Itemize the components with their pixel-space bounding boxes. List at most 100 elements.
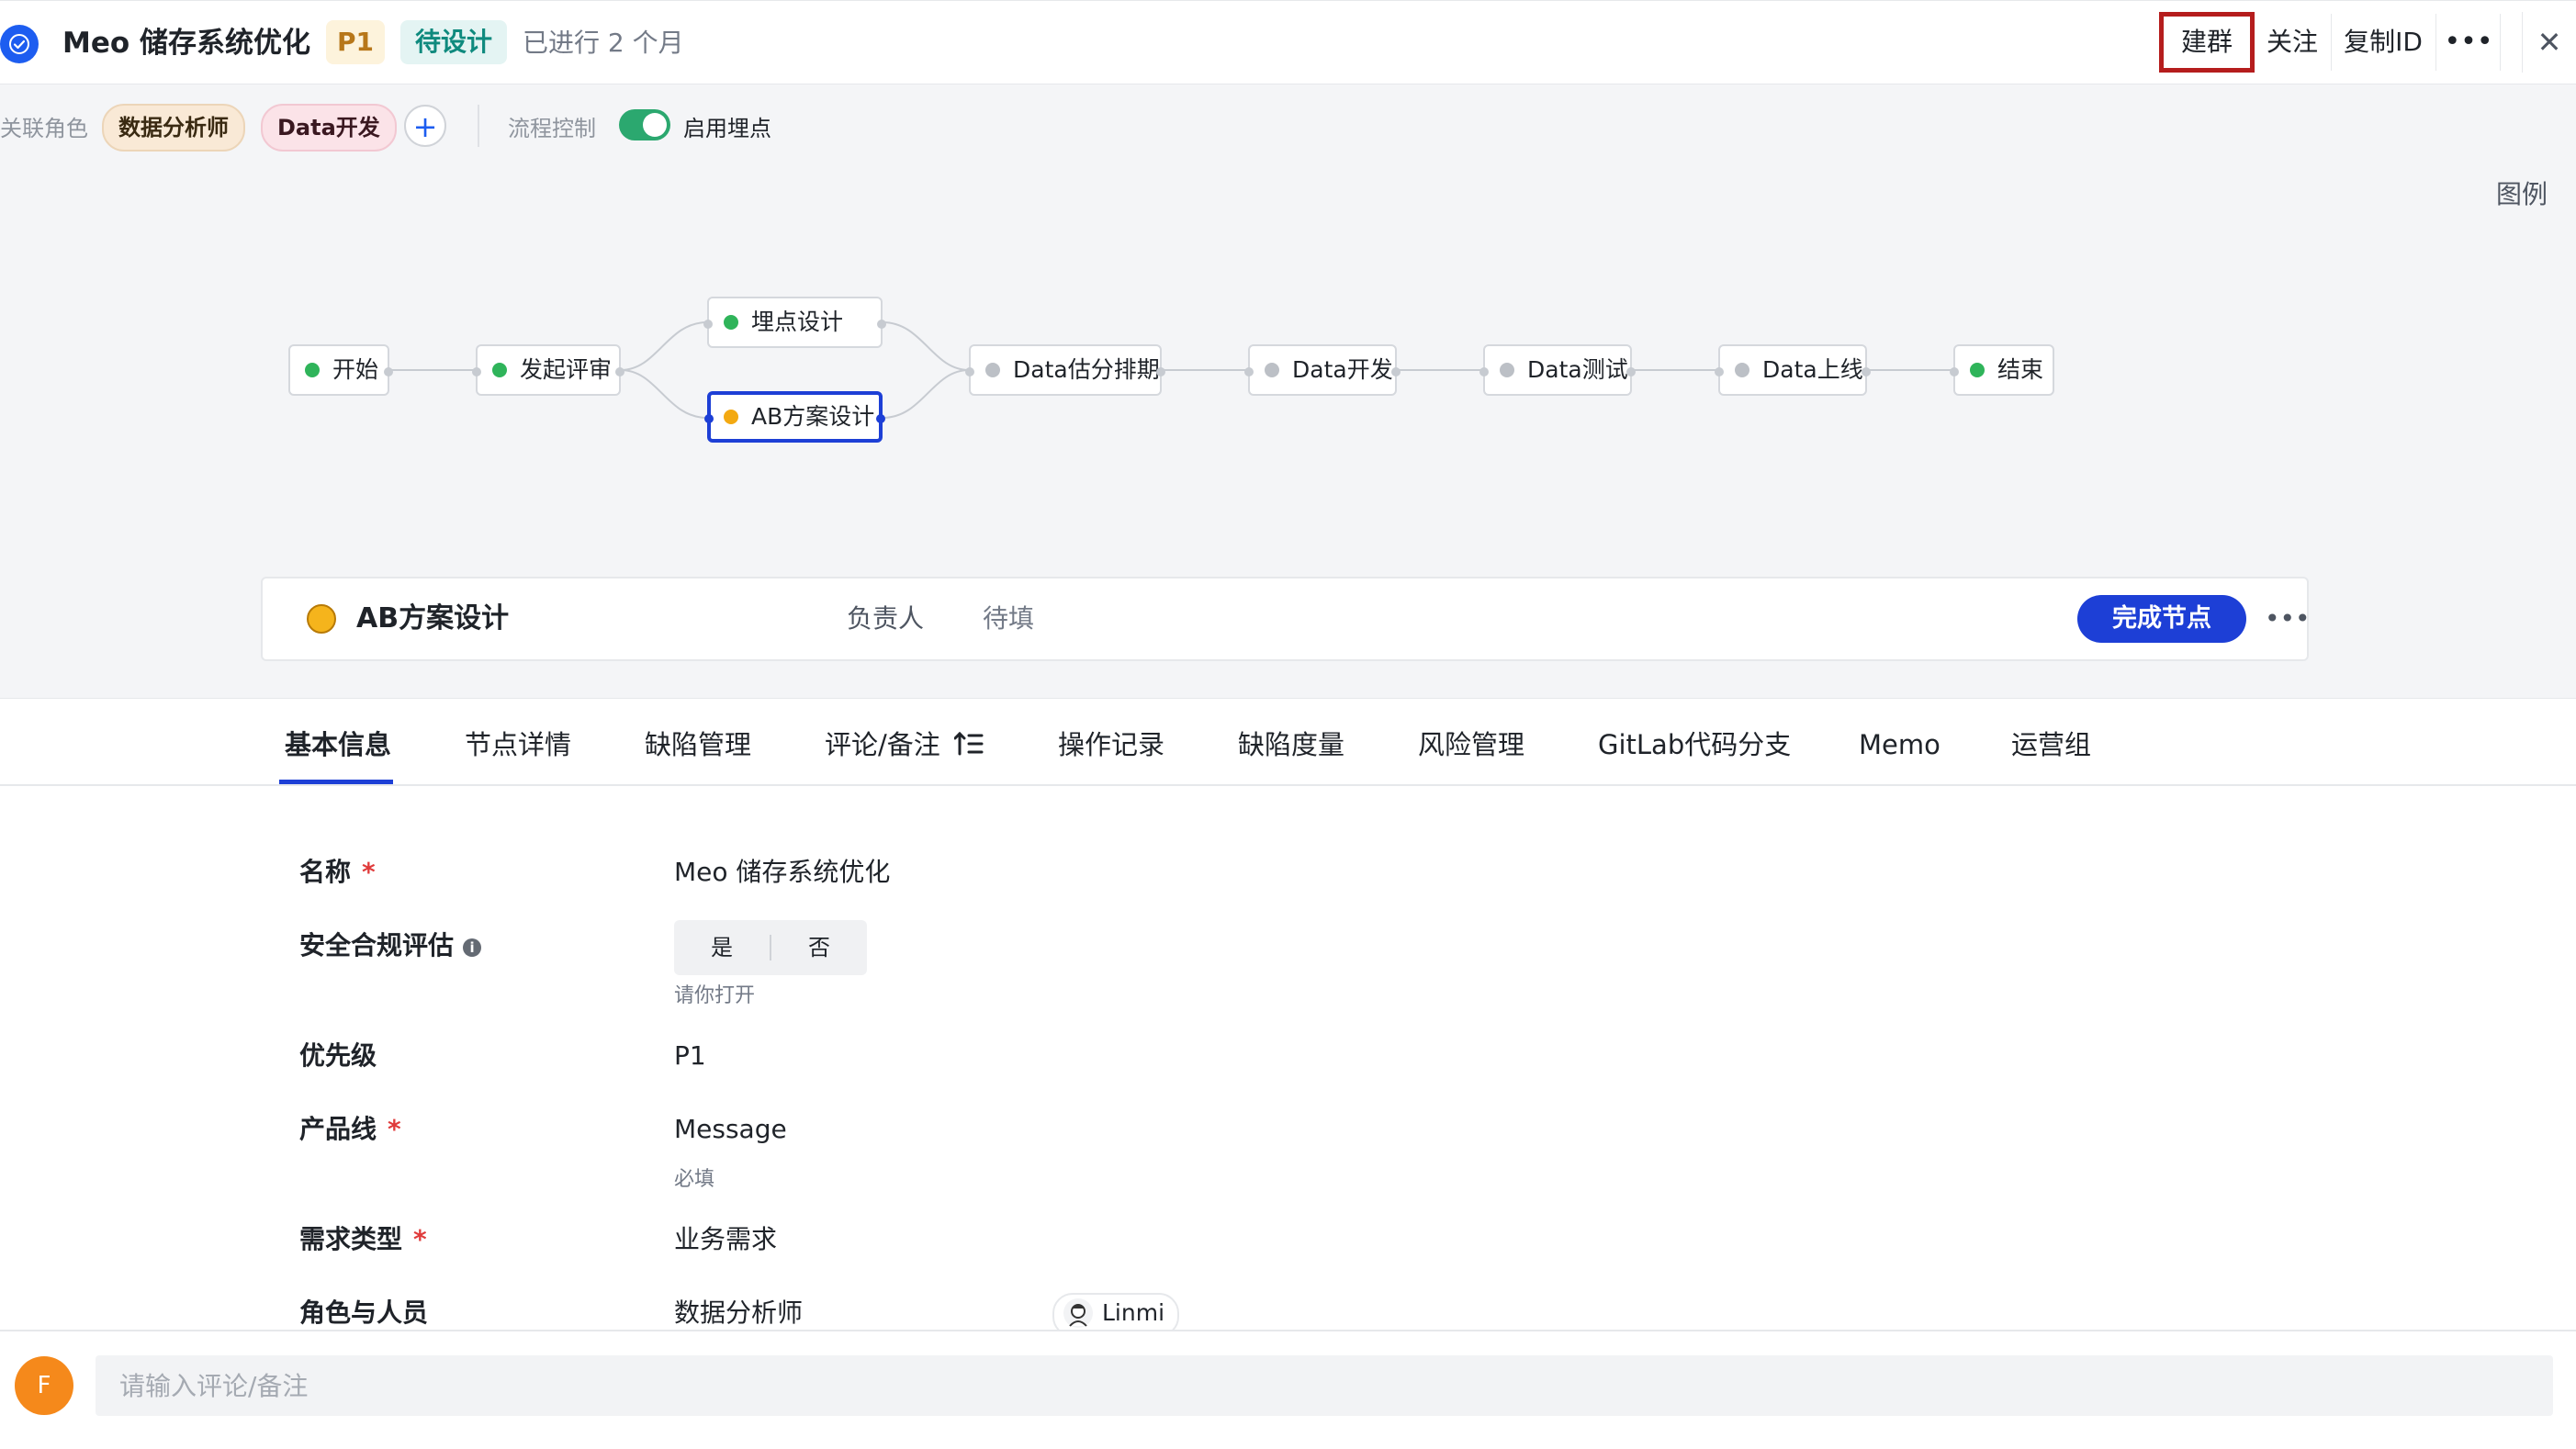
- status-dot: [985, 363, 1000, 377]
- roles-people-label: 角色与人员: [299, 1297, 429, 1328]
- compliance-hint: 请你打开: [674, 984, 756, 1007]
- owner-label: 负责人: [847, 603, 925, 634]
- more-icon[interactable]: •••: [2265, 599, 2311, 639]
- more-icon[interactable]: •••: [2441, 12, 2496, 73]
- requirement-type-label: 需求类型 *: [299, 1224, 427, 1254]
- product-line-label: 产品线 *: [299, 1114, 401, 1144]
- product-line-hint: 必填: [674, 1168, 715, 1191]
- flow-node-data-test[interactable]: Data测试: [1479, 344, 1636, 396]
- status-dot: [1970, 363, 1985, 377]
- complete-node-button[interactable]: 完成节点: [2077, 595, 2246, 643]
- tab-defect-management[interactable]: 缺陷管理: [645, 699, 751, 785]
- status-dot: [724, 410, 738, 424]
- node-port: [1862, 367, 1871, 376]
- tab-operations-group[interactable]: 运营组: [2011, 699, 2091, 785]
- name-field[interactable]: Meo 储存系统优化: [674, 854, 890, 891]
- requirement-type-field[interactable]: 业务需求: [674, 1221, 777, 1258]
- compliance-label: 安全合规评估 i: [299, 927, 482, 964]
- node-port: [1156, 367, 1165, 376]
- node-port: [1715, 367, 1724, 376]
- flow-node-review[interactable]: 发起评审: [472, 344, 624, 396]
- status-dot: [305, 363, 320, 377]
- node-port: [1244, 367, 1254, 376]
- node-port: [384, 367, 393, 376]
- tab-operation-log[interactable]: 操作记录: [1058, 699, 1164, 785]
- header-divider: [2500, 14, 2501, 71]
- tab-active-indicator: [279, 780, 393, 784]
- product-line-field[interactable]: Message: [674, 1111, 787, 1148]
- tab-memo[interactable]: Memo: [1859, 699, 1940, 785]
- tab-gitlab-branch[interactable]: GitLab代码分支: [1598, 699, 1791, 785]
- create-group-button[interactable]: 建群: [2159, 12, 2255, 73]
- owner-field[interactable]: 待填: [983, 599, 1034, 639]
- name-label: 名称 *: [299, 857, 376, 887]
- tab-bar: 基本信息 节点详情 缺陷管理 评论/备注 操作记录 缺陷度量 风险管理 GitL…: [0, 698, 2576, 786]
- flow-edge: [620, 369, 708, 419]
- comment-bar: F: [0, 1330, 2576, 1449]
- flow-node-label: 结束: [1997, 356, 2044, 383]
- flow-node-label: 开始: [332, 356, 379, 383]
- flow-node-ab-design[interactable]: AB方案设计: [704, 391, 885, 443]
- priority-badge[interactable]: P1: [326, 20, 385, 64]
- node-card-title: AB方案设计: [356, 602, 510, 635]
- flow-node-tracking-design[interactable]: 埋点设计: [703, 297, 886, 348]
- status-check-icon[interactable]: [0, 25, 39, 63]
- node-port: [703, 320, 713, 329]
- header-divider: [2331, 14, 2332, 71]
- status-dot: [1500, 363, 1514, 377]
- flow-node-label: 发起评审: [520, 356, 613, 383]
- flow-node-start[interactable]: 开始: [288, 344, 393, 396]
- role-name: 数据分析师: [674, 1297, 804, 1328]
- page-title: Meo 储存系统优化: [62, 27, 310, 60]
- duration-text: 已进行 2 个月: [523, 28, 684, 58]
- state-badge[interactable]: 待设计: [400, 20, 507, 64]
- node-detail-card: AB方案设计 负责人 待填 完成节点 •••: [261, 577, 2311, 661]
- flow-node-label: Data估分排期: [1013, 356, 1160, 383]
- tab-comments[interactable]: 评论/备注: [825, 699, 940, 785]
- node-port: [615, 367, 624, 376]
- tab-risk-management[interactable]: 风险管理: [1418, 699, 1524, 785]
- node-port: [1479, 367, 1489, 376]
- node-port: [704, 414, 714, 423]
- required-mark: *: [388, 1114, 401, 1144]
- required-mark: *: [413, 1224, 427, 1254]
- tab-node-details[interactable]: 节点详情: [465, 699, 571, 785]
- flow-connectors: [389, 321, 1953, 419]
- status-dot: [724, 315, 738, 330]
- priority-label: 优先级: [299, 1040, 377, 1071]
- flow-node-data-release[interactable]: Data上线: [1715, 344, 1871, 396]
- tab-basic-info[interactable]: 基本信息: [285, 699, 391, 785]
- priority-field[interactable]: P1: [674, 1038, 706, 1074]
- status-dot: [1265, 363, 1279, 377]
- status-dot: [492, 363, 507, 377]
- requirement-detail-page: Meo 储存系统优化 P1 待设计 已进行 2 个月 建群 关注 复制ID ••…: [0, 0, 2576, 1449]
- node-port: [1391, 367, 1400, 376]
- flow-node-end[interactable]: 结束: [1950, 344, 2054, 396]
- copy-id-button[interactable]: 复制ID: [2333, 12, 2434, 73]
- avatar: F: [15, 1356, 73, 1415]
- user-chip-name: Linmi: [1102, 1299, 1165, 1326]
- header-bar: Meo 储存系统优化 P1 待设计 已进行 2 个月 建群 关注 复制ID ••…: [0, 0, 2576, 84]
- flow-node-label: 埋点设计: [751, 309, 844, 335]
- flow-edge: [882, 369, 970, 419]
- flow-node-label: Data测试: [1527, 356, 1628, 383]
- comment-input[interactable]: [96, 1355, 2553, 1416]
- compliance-option-no[interactable]: 否: [771, 920, 867, 975]
- flow-node-data-estimate[interactable]: Data估分排期: [965, 344, 1165, 396]
- flow-node-label: Data上线: [1762, 356, 1863, 383]
- close-icon[interactable]: ✕: [2522, 12, 2576, 73]
- flow-node-label: AB方案设计: [751, 403, 875, 430]
- node-port: [965, 367, 974, 376]
- flow-node-data-develop[interactable]: Data开发: [1244, 344, 1400, 396]
- node-port: [472, 367, 481, 376]
- sort-icon[interactable]: [954, 731, 984, 757]
- tab-defect-metrics[interactable]: 缺陷度量: [1238, 699, 1344, 785]
- node-port: [876, 414, 885, 423]
- follow-button[interactable]: 关注: [2255, 12, 2329, 73]
- compliance-option-yes[interactable]: 是: [674, 920, 770, 975]
- node-port: [877, 320, 886, 329]
- flow-edge: [620, 321, 708, 371]
- flow-edge: [882, 321, 970, 371]
- node-port: [1950, 367, 1959, 376]
- info-icon[interactable]: i: [463, 938, 482, 957]
